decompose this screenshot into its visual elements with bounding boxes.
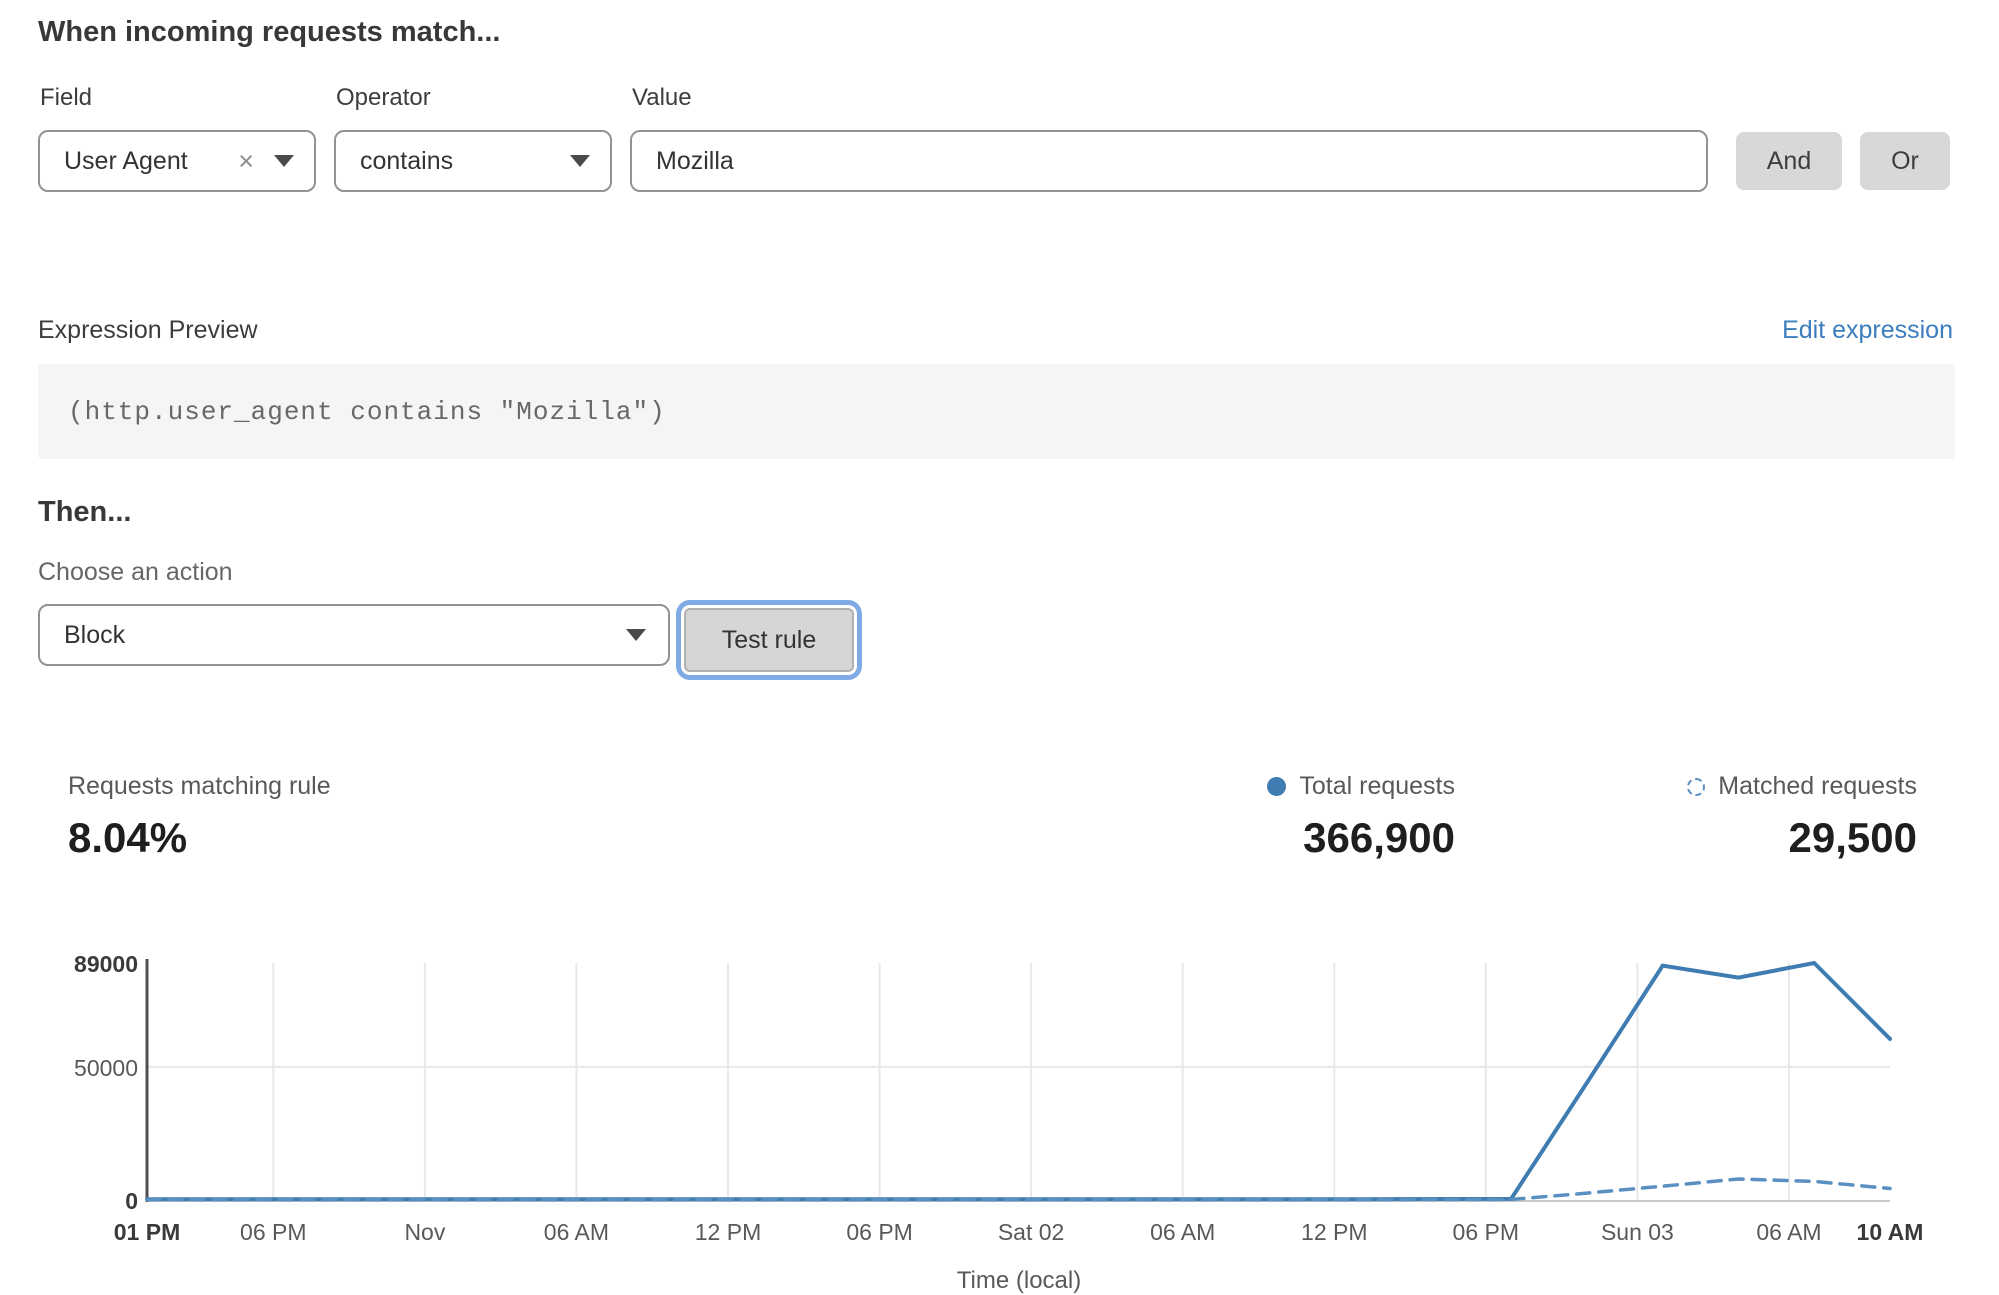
requests-chart: 01 PM 06 PM Nov 06 AM 12 PM 06 PM Sat 02 06 AM 1… [0, 940, 1999, 1295]
matched-requests-stat: Matched requests 29,500 [1687, 772, 1917, 862]
matched-requests-legend: Matched requests [1687, 772, 1917, 801]
total-requests-legend-dot-icon [1267, 777, 1286, 796]
svg-text:01 PM: 01 PM [114, 1219, 180, 1245]
svg-text:06 PM: 06 PM [240, 1219, 306, 1245]
svg-text:89000: 89000 [74, 951, 138, 977]
svg-text:06 AM: 06 AM [1150, 1219, 1215, 1245]
edit-expression-link[interactable]: Edit expression [1782, 316, 1953, 345]
or-button[interactable]: Or [1860, 132, 1950, 190]
total-requests-legend: Total requests [1267, 772, 1455, 801]
svg-text:12 PM: 12 PM [695, 1219, 761, 1245]
svg-text:50000: 50000 [74, 1055, 138, 1081]
then-section-heading: Then... [38, 496, 131, 529]
test-rule-button[interactable]: Test rule [684, 608, 854, 672]
svg-text:06 AM: 06 AM [544, 1219, 609, 1245]
field-select-value: User Agent [64, 147, 238, 176]
chevron-down-icon [274, 155, 294, 167]
operator-label: Operator [336, 84, 431, 112]
total-requests-value: 366,900 [1267, 814, 1455, 862]
svg-text:Sun 03: Sun 03 [1601, 1219, 1674, 1245]
requests-matching-label: Requests matching rule [68, 772, 331, 801]
svg-text:06 PM: 06 PM [846, 1219, 912, 1245]
field-label: Field [40, 84, 92, 112]
chevron-down-icon [626, 629, 646, 641]
matched-requests-label: Matched requests [1718, 772, 1917, 801]
match-section-heading: When incoming requests match... [38, 16, 500, 49]
svg-text:06 PM: 06 PM [1453, 1219, 1519, 1245]
field-select[interactable]: User Agent × [38, 130, 316, 192]
svg-text:Nov: Nov [404, 1219, 445, 1245]
requests-matching-stat: Requests matching rule 8.04% [68, 772, 331, 862]
value-input[interactable] [630, 130, 1708, 192]
firewall-rule-builder-page: When incoming requests match... Field Op… [0, 0, 1999, 1295]
svg-text:10 AM: 10 AM [1857, 1219, 1924, 1245]
operator-select-value: contains [360, 147, 570, 176]
choose-action-label: Choose an action [38, 558, 233, 587]
matched-requests-value: 29,500 [1687, 814, 1917, 862]
matched-requests-legend-circle-icon [1687, 778, 1705, 796]
operator-select[interactable]: contains [334, 130, 612, 192]
clear-field-icon[interactable]: × [238, 148, 254, 175]
and-button[interactable]: And [1736, 132, 1842, 190]
expression-preview-label: Expression Preview [38, 316, 258, 345]
action-select[interactable]: Block [38, 604, 670, 666]
total-requests-label: Total requests [1299, 772, 1455, 801]
svg-text:Sat 02: Sat 02 [998, 1219, 1065, 1245]
svg-text:Time (local): Time (local) [957, 1267, 1081, 1294]
svg-text:12 PM: 12 PM [1301, 1219, 1367, 1245]
expression-preview-box: (http.user_agent contains "Mozilla") [38, 364, 1955, 459]
requests-matching-value: 8.04% [68, 814, 331, 862]
total-requests-stat: Total requests 366,900 [1267, 772, 1455, 862]
expression-code: (http.user_agent contains "Mozilla") [68, 397, 666, 427]
value-label: Value [632, 84, 692, 112]
chevron-down-icon [570, 155, 590, 167]
action-select-value: Block [64, 621, 626, 650]
svg-text:06 AM: 06 AM [1756, 1219, 1821, 1245]
svg-text:0: 0 [125, 1188, 138, 1214]
